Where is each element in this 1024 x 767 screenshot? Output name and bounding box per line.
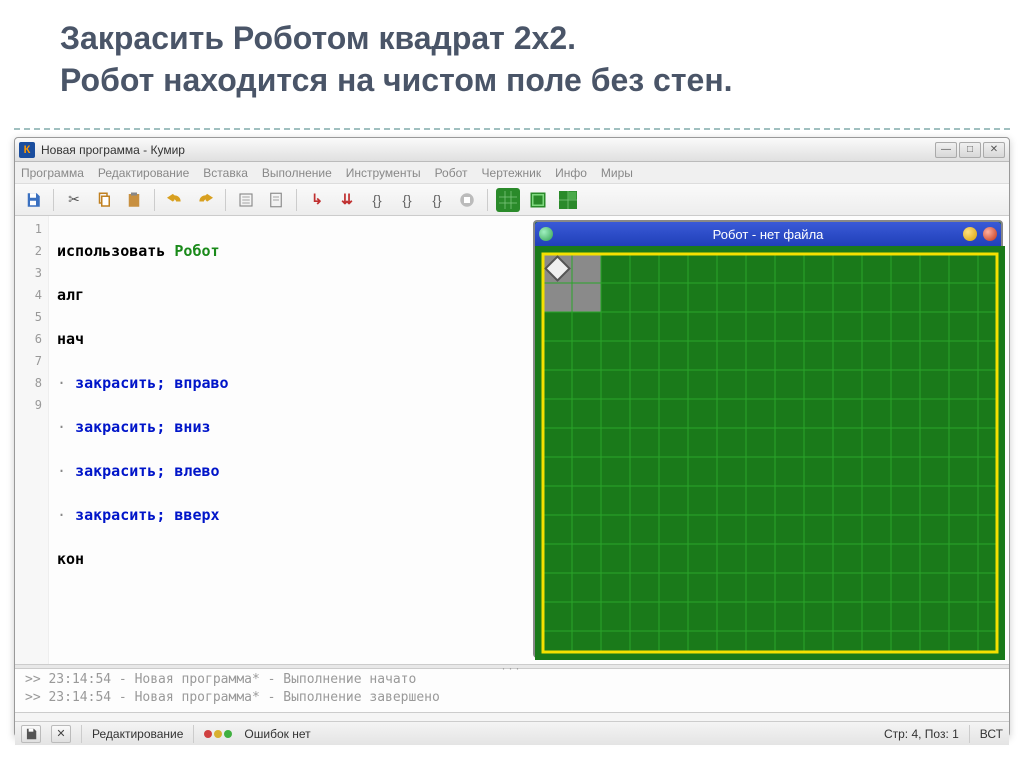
menu-insert[interactable]: Вставка [203,166,248,180]
menu-drawer[interactable]: Чертежник [482,166,542,180]
menu-run[interactable]: Выполнение [262,166,332,180]
slide-divider [14,128,1010,130]
field-mark-icon[interactable] [556,188,580,212]
menu-edit[interactable]: Редактирование [98,166,189,180]
status-insert-mode: ВСТ [980,727,1003,741]
statusbar: ✕ Редактирование Ошибок нет Стр: 4, Поз:… [15,721,1009,745]
slide-title: Закрасить Роботом квадрат 2х2. Робот нах… [60,18,1000,101]
braces-step-icon[interactable]: {} [395,188,419,212]
maximize-button[interactable]: □ [959,142,981,158]
output-console[interactable]: >> 23:14:54 - Новая программа* - Выполне… [15,669,1009,713]
save-icon[interactable] [21,188,45,212]
menu-worlds[interactable]: Миры [601,166,633,180]
toolbar: ✂ ↳ ⇊ {} {} {} [15,184,1009,216]
robot-title: Робот - нет файла [713,227,824,242]
menubar: Программа Редактирование Вставка Выполне… [15,162,1009,184]
code-body[interactable]: использовать Робот алг нач · закрасить; … [49,216,509,664]
sb-save-icon[interactable] [21,725,41,743]
close-button[interactable]: ✕ [983,142,1005,158]
braces-run-icon[interactable]: {} [365,188,389,212]
copy-icon[interactable] [92,188,116,212]
cut-icon[interactable]: ✂ [62,188,86,212]
menu-robot[interactable]: Робот [435,166,468,180]
robot-field-window: Робот - нет файла [533,220,1003,658]
field-border-icon[interactable] [526,188,550,212]
minimize-button[interactable]: — [935,142,957,158]
run-step-into-icon[interactable]: ⇊ [335,188,359,212]
status-traffic [204,727,234,741]
line-gutter: 1 2 3 4 5 6 7 8 9 [15,216,49,664]
robot-titlebar[interactable]: Робот - нет файла [535,222,1001,246]
undo-icon[interactable] [163,188,187,212]
braces-skip-icon[interactable]: {} [425,188,449,212]
window-title: Новая программа - Кумир [41,143,935,157]
kumir-window: К Новая программа - Кумир — □ ✕ Программ… [14,137,1010,737]
menu-program[interactable]: Программа [21,166,84,180]
doc-icon[interactable] [264,188,288,212]
status-mode: Редактирование [92,727,183,741]
sb-close-icon[interactable]: ✕ [51,725,71,743]
robot-close-icon[interactable] [983,227,997,241]
app-icon: К [19,142,35,158]
robot-field[interactable] [535,246,1001,660]
field-grid-icon[interactable] [496,188,520,212]
window-titlebar[interactable]: К Новая программа - Кумир — □ ✕ [15,138,1009,162]
slide-title-l1: Закрасить Роботом квадрат 2х2. [60,20,576,56]
slide-title-l2: Робот находится на чистом поле без стен. [60,62,733,98]
run-step-icon[interactable]: ↳ [305,188,329,212]
code-editor[interactable]: 1 2 3 4 5 6 7 8 9 использовать Робот алг… [15,216,509,664]
console-line-2: >> 23:14:54 - Новая программа* - Выполне… [25,689,999,707]
redo-icon[interactable] [193,188,217,212]
menu-info[interactable]: Инфо [555,166,587,180]
stop-icon[interactable] [455,188,479,212]
menu-tools[interactable]: Инструменты [346,166,421,180]
robot-minimize-icon[interactable] [963,227,977,241]
status-errors: Ошибок нет [244,727,310,741]
paste-icon[interactable] [122,188,146,212]
list-icon[interactable] [234,188,258,212]
robot-menu-icon[interactable] [539,227,553,241]
splitter[interactable] [15,664,1009,669]
status-position: Стр: 4, Поз: 1 [884,727,959,741]
